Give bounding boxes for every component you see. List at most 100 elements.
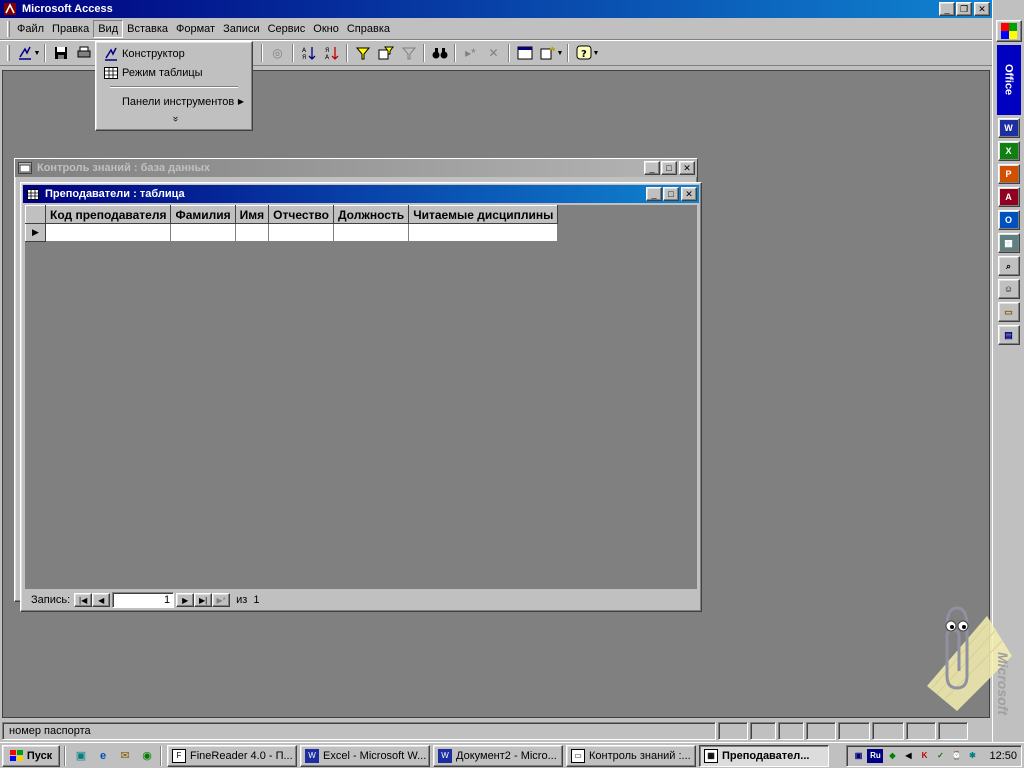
tray-check-icon[interactable]: ✓	[933, 749, 947, 763]
menu-edit[interactable]: Правка	[48, 21, 93, 37]
tray-scheduler-icon[interactable]: ⌚	[949, 749, 963, 763]
volume-icon[interactable]: ◀	[901, 749, 915, 763]
table-window-titlebar[interactable]: Преподаватели : таблица _ □ ✕	[23, 185, 699, 203]
db-maximize-button[interactable]: □	[661, 161, 677, 175]
record-selector[interactable]: ▶	[25, 223, 46, 242]
find-binoculars-icon[interactable]	[428, 42, 451, 64]
database-window-icon[interactable]	[513, 42, 536, 64]
menu-insert[interactable]: Вставка	[123, 21, 172, 37]
prev-record-button[interactable]: ◀	[92, 593, 111, 607]
column-header[interactable]: Фамилия	[170, 205, 236, 224]
menu-file[interactable]: Файл	[13, 21, 48, 37]
view-dropdown-icon[interactable]: ▼	[33, 42, 41, 64]
filter-by-form-icon[interactable]	[374, 42, 397, 64]
powerpoint-icon[interactable]: P	[997, 164, 1020, 184]
table-minimize-button[interactable]: _	[646, 187, 662, 201]
menu-window[interactable]: Окно	[309, 21, 343, 37]
office-logo-icon[interactable]	[995, 20, 1022, 42]
task-button-database[interactable]: ▭ Контроль знаний :...	[566, 744, 696, 767]
word-icon[interactable]: W	[997, 118, 1020, 138]
outlook-express-icon[interactable]: ✉	[115, 747, 135, 765]
last-record-button[interactable]: ▶|	[194, 593, 213, 607]
task-button-document2[interactable]: W Документ2 - Micro...	[433, 744, 563, 767]
next-record-button[interactable]: ▶	[176, 593, 195, 607]
contacts-icon[interactable]: ☺	[997, 279, 1020, 299]
task-button-finereader[interactable]: F FineReader 4.0 - П...	[167, 744, 297, 767]
restore-button[interactable]: ❐	[956, 2, 972, 16]
new-record-nav-button[interactable]: ▶*	[212, 593, 231, 607]
toolbar-grip[interactable]	[7, 45, 10, 61]
sort-descending-icon[interactable]: ЯA	[320, 42, 343, 64]
new-object-dropdown-icon[interactable]: ▼	[556, 42, 564, 64]
menu-format[interactable]: Формат	[172, 21, 219, 37]
tray-network-icon[interactable]: ✱	[965, 749, 979, 763]
tray-green-icon[interactable]: ◆	[885, 749, 899, 763]
menu-item-label: Режим таблицы	[122, 66, 203, 79]
document-icon[interactable]: ▤	[997, 325, 1020, 345]
table-close-button[interactable]: ✕	[681, 187, 697, 201]
find-icon[interactable]: ⌕	[997, 256, 1020, 276]
column-header[interactable]: Должность	[332, 205, 410, 224]
kaspersky-icon[interactable]: K	[917, 749, 931, 763]
table-cell[interactable]	[268, 223, 334, 242]
app-titlebar[interactable]: Microsoft Access _ ❐ ✕	[0, 0, 992, 18]
task-button-teachers-table[interactable]: ▦ Преподавател...	[699, 744, 829, 767]
db-minimize-button[interactable]: _	[644, 161, 660, 175]
table-cell[interactable]	[408, 223, 559, 242]
new-record-icon[interactable]: ▸*	[459, 42, 482, 64]
show-desktop-icon[interactable]: ▣	[71, 747, 91, 765]
status-indicator	[938, 722, 968, 740]
folder-icon[interactable]: ▭	[997, 302, 1020, 322]
table-cell[interactable]	[332, 223, 410, 242]
print-icon[interactable]	[72, 42, 95, 64]
menu-help[interactable]: Справка	[343, 21, 394, 37]
calculator-icon[interactable]: ▦	[997, 233, 1020, 253]
close-button[interactable]: ✕	[974, 2, 990, 16]
tray-app-icon[interactable]: ▣	[851, 749, 865, 763]
column-header[interactable]: Код преподавателя	[44, 205, 172, 224]
column-header[interactable]: Читаемые дисциплины	[408, 205, 559, 224]
office-assistant[interactable]: Microsoft	[917, 596, 1017, 716]
datasheet-grid: Код преподавателя Фамилия Имя Отчество Д…	[25, 205, 559, 242]
help-dropdown-icon[interactable]: ▼	[592, 42, 600, 64]
table-row: ▶	[25, 223, 559, 242]
task-label: Преподавател...	[722, 749, 810, 762]
menu-tools[interactable]: Сервис	[264, 21, 310, 37]
access-icon[interactable]: A	[997, 187, 1020, 207]
language-indicator[interactable]: Ru	[867, 748, 884, 763]
task-button-excel-word[interactable]: W Excel - Microsoft W...	[300, 744, 430, 767]
column-header[interactable]: Имя	[234, 205, 270, 224]
apply-filter-icon[interactable]	[397, 42, 420, 64]
internet-explorer-icon[interactable]: e	[93, 747, 113, 765]
access-app-icon[interactable]	[2, 2, 18, 16]
menu-records[interactable]: Записи	[219, 21, 264, 37]
sort-ascending-icon[interactable]: AЯ	[297, 42, 320, 64]
menu-view[interactable]: Вид	[93, 19, 124, 38]
toolbar-separator	[292, 44, 294, 62]
column-header[interactable]: Отчество	[268, 205, 334, 224]
first-record-button[interactable]: |◀	[74, 593, 93, 607]
menu-expand-chevron-icon[interactable]: »	[166, 43, 182, 195]
delete-record-icon[interactable]: ✕	[482, 42, 505, 64]
table-maximize-button[interactable]: □	[663, 187, 679, 201]
filter-by-selection-icon[interactable]	[351, 42, 374, 64]
table-cell[interactable]	[170, 223, 236, 242]
svg-text:Я: Я	[302, 54, 306, 61]
minimize-button[interactable]: _	[939, 2, 955, 16]
record-number-field[interactable]: 1	[112, 592, 175, 608]
clock[interactable]: 12:50	[989, 750, 1017, 762]
save-icon[interactable]	[49, 42, 72, 64]
start-button[interactable]: Пуск	[2, 744, 60, 767]
status-indicator	[838, 722, 870, 740]
channels-icon[interactable]: ◉	[137, 747, 157, 765]
outlook-icon[interactable]: O	[997, 210, 1020, 230]
select-all-corner[interactable]	[25, 205, 46, 224]
table-cell[interactable]	[234, 223, 270, 242]
db-window-titlebar[interactable]: Контроль знаний : база данных _ □ ✕	[15, 159, 697, 177]
menubar-grip[interactable]	[7, 20, 10, 37]
excel-icon[interactable]: X	[997, 141, 1020, 161]
web-icon[interactable]: ◎	[266, 42, 289, 64]
office-label: Office	[996, 45, 1021, 115]
table-cell[interactable]	[44, 223, 172, 242]
db-close-button[interactable]: ✕	[679, 161, 695, 175]
